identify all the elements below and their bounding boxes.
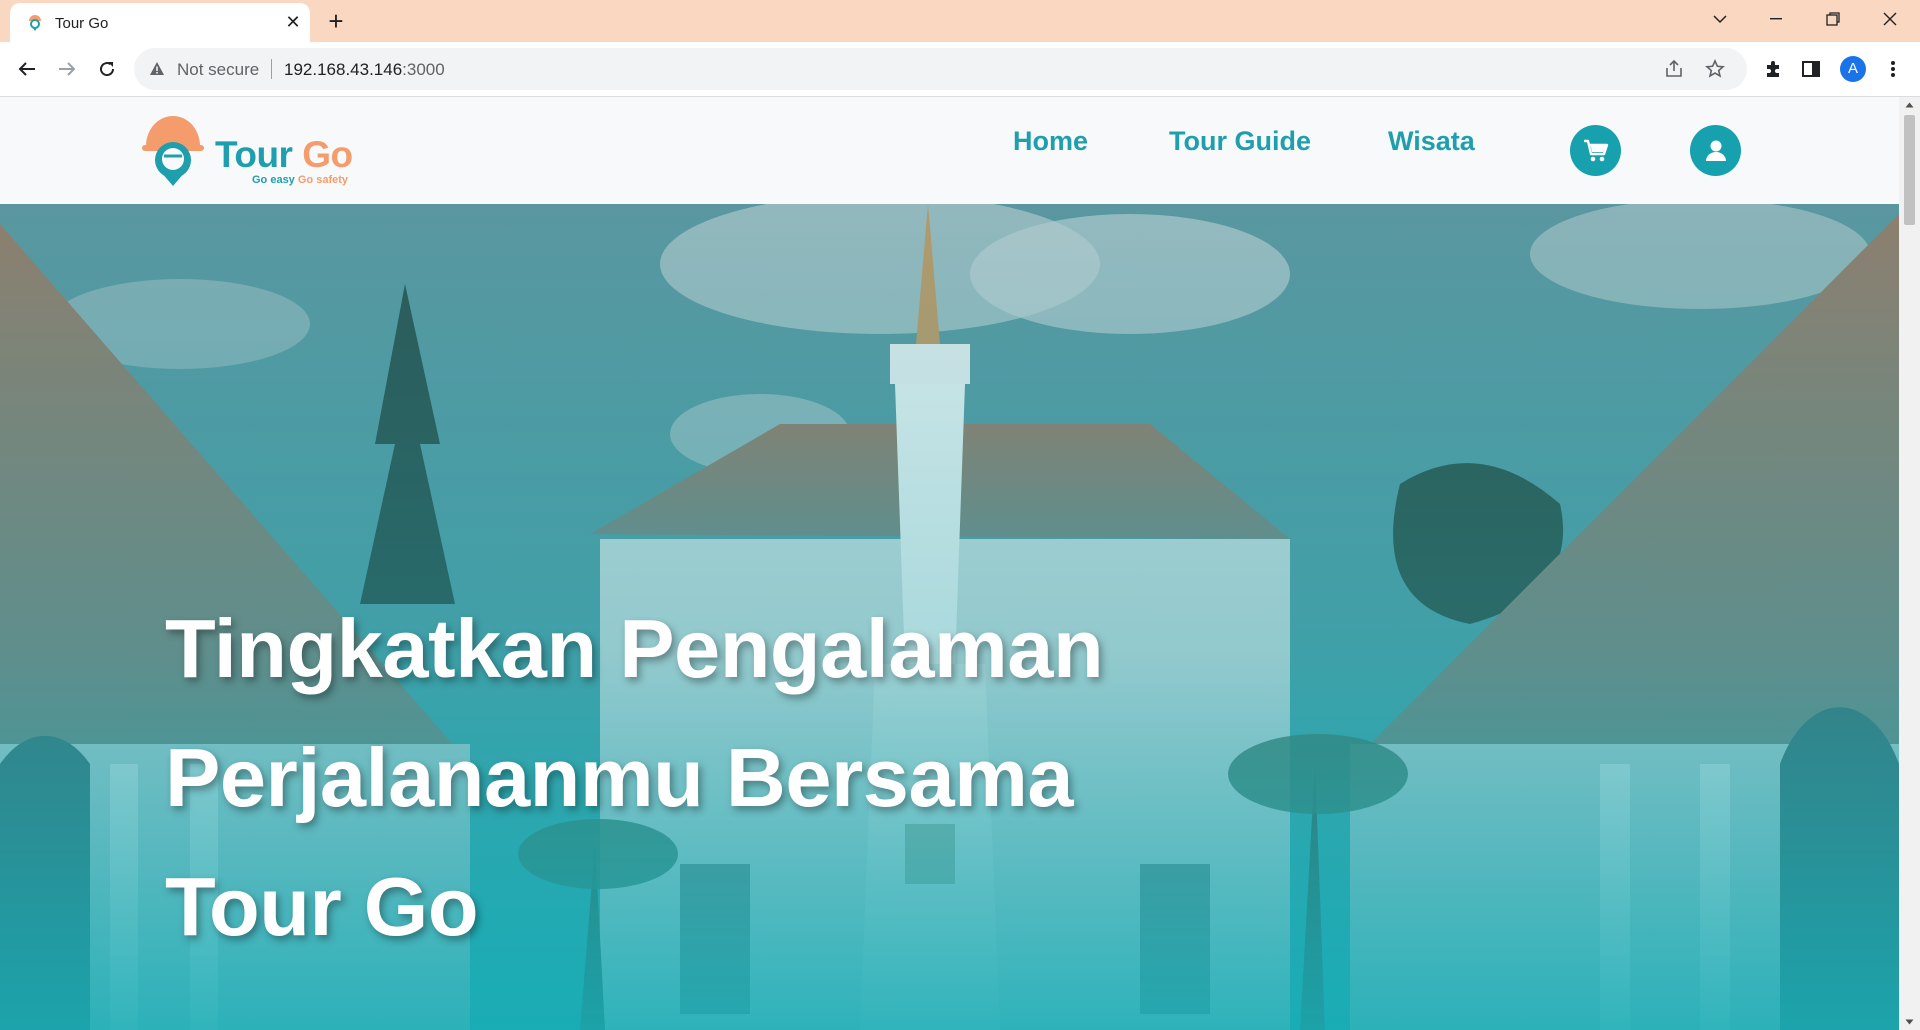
security-label[interactable]: Not secure: [177, 60, 259, 80]
profile-avatar[interactable]: A: [1839, 55, 1867, 83]
scroll-down-icon[interactable]: [1899, 1014, 1920, 1030]
hero-line-2: Perjalananmu Bersama: [165, 731, 1074, 824]
restore-button[interactable]: [1805, 0, 1861, 38]
nav-wisata[interactable]: Wisata: [1388, 126, 1475, 157]
menu-kebab-icon[interactable]: [1879, 55, 1907, 83]
profile-initial: A: [1840, 56, 1866, 82]
cart-button[interactable]: [1570, 125, 1621, 176]
page-scrollbar[interactable]: [1899, 97, 1920, 1030]
cart-icon: [1583, 139, 1608, 161]
hero-banner: Tingkatkan Pengalaman Perjalananmu Bersa…: [0, 204, 1899, 1030]
reload-icon[interactable]: [92, 54, 122, 84]
logo-mark-icon: [142, 116, 204, 186]
share-icon[interactable]: [1663, 58, 1685, 80]
url-host: 192.168.43.146: [284, 60, 403, 79]
tour-go-favicon-icon: [29, 15, 41, 31]
tab-title: Tour Go: [55, 15, 109, 32]
user-icon: [1705, 140, 1726, 161]
scrollbar-thumb[interactable]: [1904, 115, 1915, 225]
tagline-part1: Go easy: [252, 174, 295, 186]
logo-wordmark: Tour Go: [215, 134, 353, 176]
warning-icon[interactable]: [149, 61, 165, 77]
browser-tab[interactable]: Tour Go ✕: [10, 3, 310, 42]
url-text[interactable]: 192.168.43.146:3000: [284, 60, 445, 80]
tagline-part2: Go safety: [297, 174, 349, 186]
page-viewport: Tour Go Go easy Go safety Home Tour Guid…: [0, 97, 1920, 1030]
address-bar[interactable]: Not secure 192.168.43.146:3000: [134, 48, 1747, 90]
bookmark-star-icon[interactable]: [1704, 58, 1726, 80]
hero-line-3: Tour Go: [165, 860, 479, 953]
hero-line-1: Tingkatkan Pengalaman: [165, 602, 1104, 695]
back-icon[interactable]: [12, 54, 42, 84]
site-navbar: Tour Go Go easy Go safety Home Tour Guid…: [0, 97, 1899, 204]
browser-toolbar: Not secure 192.168.43.146:3000 A: [0, 42, 1920, 97]
logo-word-go: Go: [302, 134, 353, 175]
new-tab-button[interactable]: +: [322, 8, 350, 36]
nav-home[interactable]: Home: [1013, 126, 1088, 157]
tab-search-icon[interactable]: [1692, 0, 1748, 38]
user-button[interactable]: [1690, 125, 1741, 176]
scroll-up-icon[interactable]: [1899, 97, 1920, 113]
hero-headline: Tingkatkan Pengalaman Perjalananmu Bersa…: [165, 584, 1265, 971]
side-panel-icon[interactable]: [1797, 55, 1825, 83]
forward-icon[interactable]: [52, 54, 82, 84]
minimize-button[interactable]: [1748, 0, 1804, 38]
url-port: :3000: [402, 60, 445, 79]
nav-tour-guide[interactable]: Tour Guide: [1169, 126, 1311, 157]
browser-tab-strip: Tour Go ✕ +: [0, 0, 1920, 42]
tab-close-icon[interactable]: ✕: [282, 11, 304, 33]
logo-word-tour: Tour: [215, 134, 293, 175]
site-logo[interactable]: Tour Go Go easy Go safety: [142, 114, 362, 188]
logo-tagline: Go easy Go safety: [252, 174, 348, 186]
address-separator: [271, 59, 272, 79]
close-window-button[interactable]: [1862, 0, 1918, 38]
extensions-icon[interactable]: [1759, 55, 1787, 83]
